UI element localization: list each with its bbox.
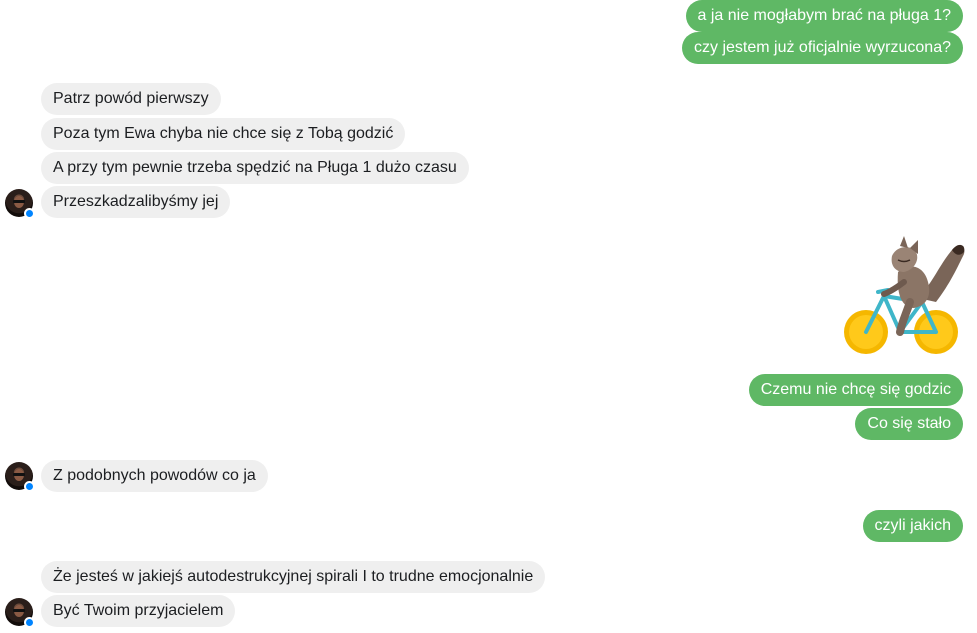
fox-leg [896,298,914,336]
outgoing-message[interactable]: czyli jakich [862,510,963,542]
outgoing-message[interactable]: Co się stało [855,408,963,440]
incoming-message[interactable]: A przy tym pewnie trzeba spędzić na Pług… [41,152,469,184]
incoming-message[interactable]: Z podobnych powodów co ja [41,460,268,492]
messenger-badge-icon [24,617,35,628]
incoming-message[interactable]: Poza tym Ewa chyba nie chce się z Tobą g… [41,118,406,150]
fox-bicycle-sticker[interactable] [840,236,966,358]
sender-avatar[interactable] [5,598,35,628]
outgoing-message[interactable]: Czemu nie chcę się godzic [748,374,963,406]
messenger-badge-icon [24,208,35,219]
fox-ear [900,236,908,248]
avatar-glasses [13,473,25,476]
avatar-glasses [13,200,25,203]
sender-avatar[interactable] [5,189,35,219]
incoming-message[interactable]: Przeszkadzalibyśmy jej [41,186,231,218]
chat-thread: a ja nie mogłabym brać na pługa 1? czy j… [0,0,977,633]
incoming-message[interactable]: Być Twoim przyjacielem [41,595,236,627]
incoming-message[interactable]: Patrz powód pierwszy [41,83,221,115]
sender-avatar[interactable] [5,462,35,492]
avatar-glasses [13,609,25,612]
messenger-badge-icon [24,481,35,492]
incoming-message[interactable]: Że jesteś w jakiejś autodestrukcyjnej sp… [41,561,546,593]
outgoing-message[interactable]: czy jestem już oficjalnie wyrzucona? [682,32,963,64]
outgoing-message[interactable]: a ja nie mogłabym brać na pługa 1? [685,0,963,32]
